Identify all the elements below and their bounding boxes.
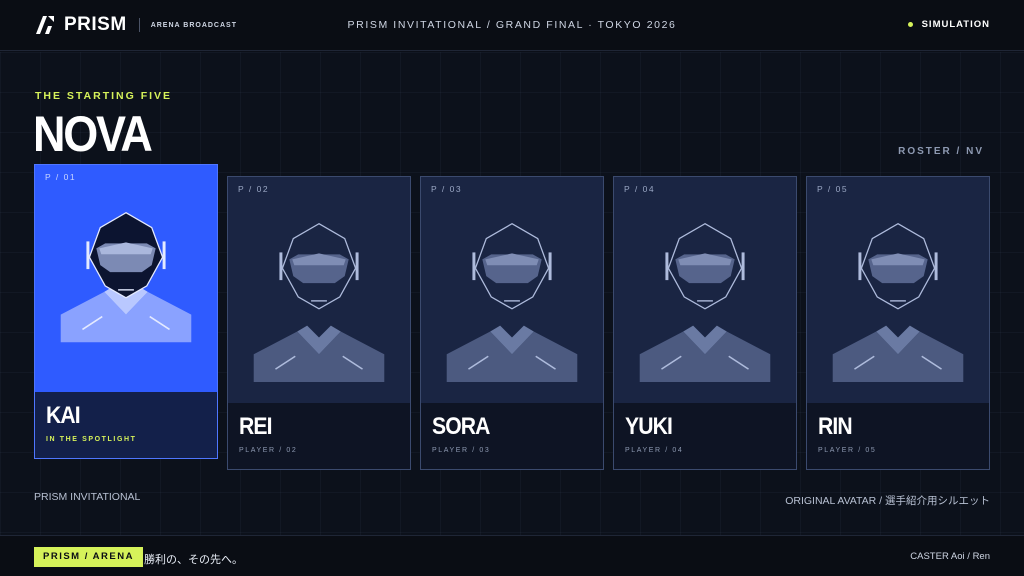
player-footer: YUKI PLAYER / 04 <box>614 403 796 469</box>
section-kicker: THE STARTING FIVE <box>35 90 173 102</box>
team-name: NOVA <box>33 106 153 162</box>
spotlight-label: IN THE SPOTLIGHT <box>46 436 137 443</box>
player-avatar-icon <box>60 211 192 343</box>
player-card-yuki[interactable]: P / 04 YUKI PLAYER / 04 <box>613 176 797 470</box>
player-name: YUKI <box>625 413 673 440</box>
bottom-bar: PRISM / ARENA 勝利の、その先へ。 CASTER Aoi / Ren <box>0 535 1024 576</box>
player-avatar-icon <box>253 222 385 382</box>
event-title: PRISM INVITATIONAL / GRAND FINAL · TOKYO… <box>347 19 677 31</box>
player-card-sora[interactable]: P / 03 SORA PLAYER / 03 <box>420 176 604 470</box>
player-name: KAI <box>46 402 81 429</box>
status-dot-icon <box>907 22 913 27</box>
arena-badge: PRISM / ARENA <box>34 547 143 567</box>
player-label: PLAYER / 03 <box>432 447 491 454</box>
status-label: SIMULATION <box>921 19 990 30</box>
player-name: REI <box>239 413 272 440</box>
player-name: SORA <box>432 413 490 440</box>
roster-label: ROSTER / NV <box>898 146 984 157</box>
player-number: P / 01 <box>45 172 77 182</box>
player-avatar-icon <box>446 222 578 382</box>
player-number: P / 02 <box>238 184 270 194</box>
player-footer: KAI IN THE SPOTLIGHT <box>35 392 217 458</box>
player-avatar-icon <box>639 222 771 382</box>
status-indicator: SIMULATION <box>907 19 990 30</box>
player-number: P / 03 <box>431 184 463 194</box>
player-card-rin[interactable]: P / 05 RIN PLAYER / 05 <box>806 176 990 470</box>
caster-credit: CASTER Aoi / Ren <box>910 551 990 562</box>
player-footer: REI PLAYER / 02 <box>228 403 410 469</box>
player-avatar-icon <box>832 222 964 382</box>
player-card-kai[interactable]: P / 01 KAI IN THE SPOTLIGHT <box>34 164 218 459</box>
player-label: PLAYER / 02 <box>239 447 298 454</box>
player-number: P / 04 <box>624 184 656 194</box>
event-footnote: PRISM INVITATIONAL <box>34 491 141 503</box>
player-footer: RIN PLAYER / 05 <box>807 403 989 469</box>
top-bar: PRISM ARENA BROADCAST PRISM INVITATIONAL… <box>0 0 1024 51</box>
player-label: PLAYER / 04 <box>625 447 684 454</box>
player-number: P / 05 <box>817 184 849 194</box>
player-name: RIN <box>818 413 853 440</box>
player-footer: SORA PLAYER / 03 <box>421 403 603 469</box>
player-label: PLAYER / 05 <box>818 447 877 454</box>
player-card-rei[interactable]: P / 02 REI PLAYER / 02 <box>227 176 411 470</box>
tagline: 勝利の、その先へ。 <box>144 554 243 566</box>
avatar-credit: ORIGINAL AVATAR / 選手紹介用シルエット <box>785 495 990 507</box>
